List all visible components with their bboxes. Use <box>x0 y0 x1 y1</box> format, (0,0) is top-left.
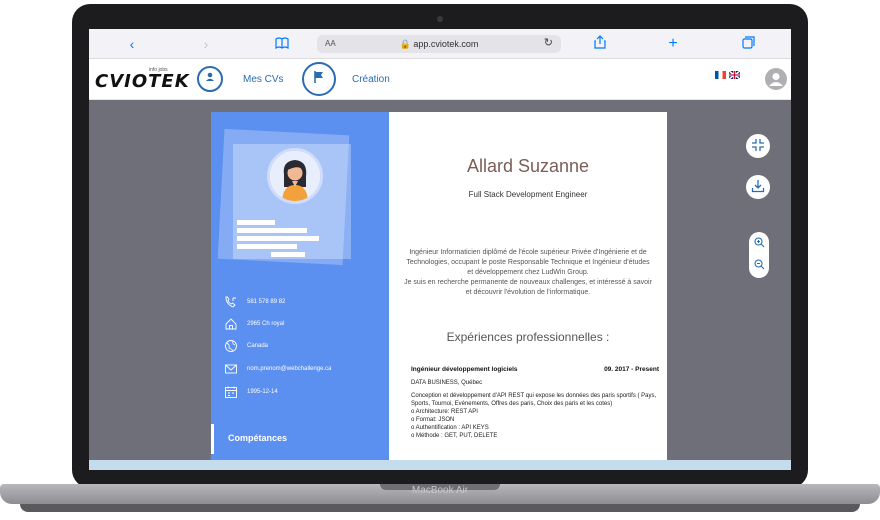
job-title: Ingénieur développement logiciels <box>411 366 518 373</box>
zoom-controls <box>749 232 769 278</box>
back-icon[interactable]: ‹ <box>123 35 141 53</box>
job-description-line: Conception et développement d'API REST q… <box>411 393 657 407</box>
skills-section[interactable]: Compétances <box>211 424 389 454</box>
mail-icon <box>223 361 239 377</box>
horizontal-scrollbar[interactable] <box>89 460 791 470</box>
reload-icon[interactable]: ↻ <box>544 36 553 49</box>
zoom-out-icon <box>753 257 765 275</box>
bookmarks-icon[interactable] <box>273 35 291 53</box>
job-description-line: o Méthode : GET, PUT, DELETE <box>411 433 498 439</box>
decorative-stripe <box>237 244 297 249</box>
camera <box>437 16 443 22</box>
collapse-view-button[interactable] <box>746 134 770 158</box>
job-description-line: o Architecture: REST API <box>411 409 478 415</box>
flag-icon <box>312 70 326 89</box>
download-button[interactable] <box>746 175 770 199</box>
user-icon <box>204 70 216 88</box>
decorative-stripe <box>271 252 305 257</box>
cv-main-column: Allard Suzanne Full Stack Development En… <box>389 112 667 460</box>
job-description-line: o Authentification : API KEYS <box>411 425 489 431</box>
laptop-bottom <box>20 504 860 512</box>
cv-role: Full Stack Development Engineer <box>468 190 588 199</box>
flag-fr-icon[interactable] <box>715 71 726 79</box>
nav-creation[interactable]: Création <box>352 74 390 85</box>
creation-icon-button[interactable] <box>302 62 336 96</box>
zoom-in-icon <box>753 235 765 253</box>
logo[interactable]: CVIOTEK info jobs <box>95 67 189 92</box>
account-avatar[interactable] <box>765 68 787 90</box>
contact-address-text: 2965 Ch royal <box>247 321 285 327</box>
share-icon[interactable] <box>591 35 609 53</box>
device-label: MacBook Air <box>411 485 469 496</box>
contact-email: nom.prenom@webchallenge.ca <box>223 361 383 377</box>
decorative-stripe <box>237 236 319 241</box>
contact-phone: 581 578 89 82 <box>223 294 383 310</box>
browser-toolbar: ‹ › AA 🔒 app.cviotek.com ↻ + <box>89 29 791 59</box>
contact-birthdate-text: 1995-12-14 <box>247 389 278 395</box>
contact-phone-text: 581 578 89 82 <box>247 299 286 305</box>
home-icon <box>223 316 239 332</box>
new-tab-icon[interactable]: + <box>664 35 682 53</box>
logo-tagline: info jobs <box>149 67 168 73</box>
contact-country-text: Canada <box>247 343 269 349</box>
cv-sidebar: 581 578 89 82 2965 Ch royal Canada nom.p… <box>211 112 389 460</box>
zoom-out-button[interactable] <box>749 256 769 276</box>
globe-icon <box>223 338 239 354</box>
url-text: 🔒 app.cviotek.com <box>317 39 561 50</box>
contact-country: Canada <box>223 338 383 354</box>
decorative-stripe <box>237 228 307 233</box>
job-description-line: o Format: JSON <box>411 417 455 423</box>
cv-summary: Ingénieur Informaticien diplômé de l'éco… <box>404 249 652 296</box>
job-description: Conception et développement d'API REST q… <box>411 392 661 440</box>
profile-photo <box>267 148 323 204</box>
contact-birthdate: 1995-12-14 <box>223 384 383 400</box>
phone-icon <box>223 294 239 310</box>
cv-page: 581 578 89 82 2965 Ch royal Canada nom.p… <box>211 112 667 460</box>
contact-email-text: nom.prenom@webchallenge.ca <box>247 366 332 372</box>
flag-uk-icon[interactable] <box>729 71 740 79</box>
skills-heading: Compétances <box>228 433 288 443</box>
tabs-icon[interactable] <box>739 35 757 53</box>
my-cvs-icon-button[interactable] <box>197 66 223 92</box>
zoom-in-button[interactable] <box>749 234 769 254</box>
job-company: DATA BUSINESS, Québec <box>411 380 483 386</box>
language-switcher <box>715 71 740 81</box>
screen: ‹ › AA 🔒 app.cviotek.com ↻ + CVIOTEK inf… <box>89 29 791 470</box>
url-label: app.cviotek.com <box>413 39 479 49</box>
job-date: 09. 2017 - Present <box>604 366 659 373</box>
address-bar[interactable]: AA 🔒 app.cviotek.com ↻ <box>317 35 561 53</box>
cv-name: Allard Suzanne <box>466 156 590 176</box>
logo-text: CVIOTEK <box>95 71 190 92</box>
calendar-icon <box>223 384 239 400</box>
minimize-icon <box>751 138 765 155</box>
decorative-stripe <box>237 220 275 225</box>
editor-workspace: 581 578 89 82 2965 Ch royal Canada nom.p… <box>89 100 791 460</box>
app-header: CVIOTEK info jobs Mes CVs Création <box>89 59 791 100</box>
experience-heading: Expériences professionnelles : <box>446 330 610 344</box>
nav-my-cvs[interactable]: Mes CVs <box>243 74 284 85</box>
forward-icon[interactable]: › <box>197 35 215 53</box>
contact-address: 2965 Ch royal <box>223 316 383 332</box>
lock-icon: 🔒 <box>399 39 411 49</box>
download-icon <box>751 179 765 196</box>
